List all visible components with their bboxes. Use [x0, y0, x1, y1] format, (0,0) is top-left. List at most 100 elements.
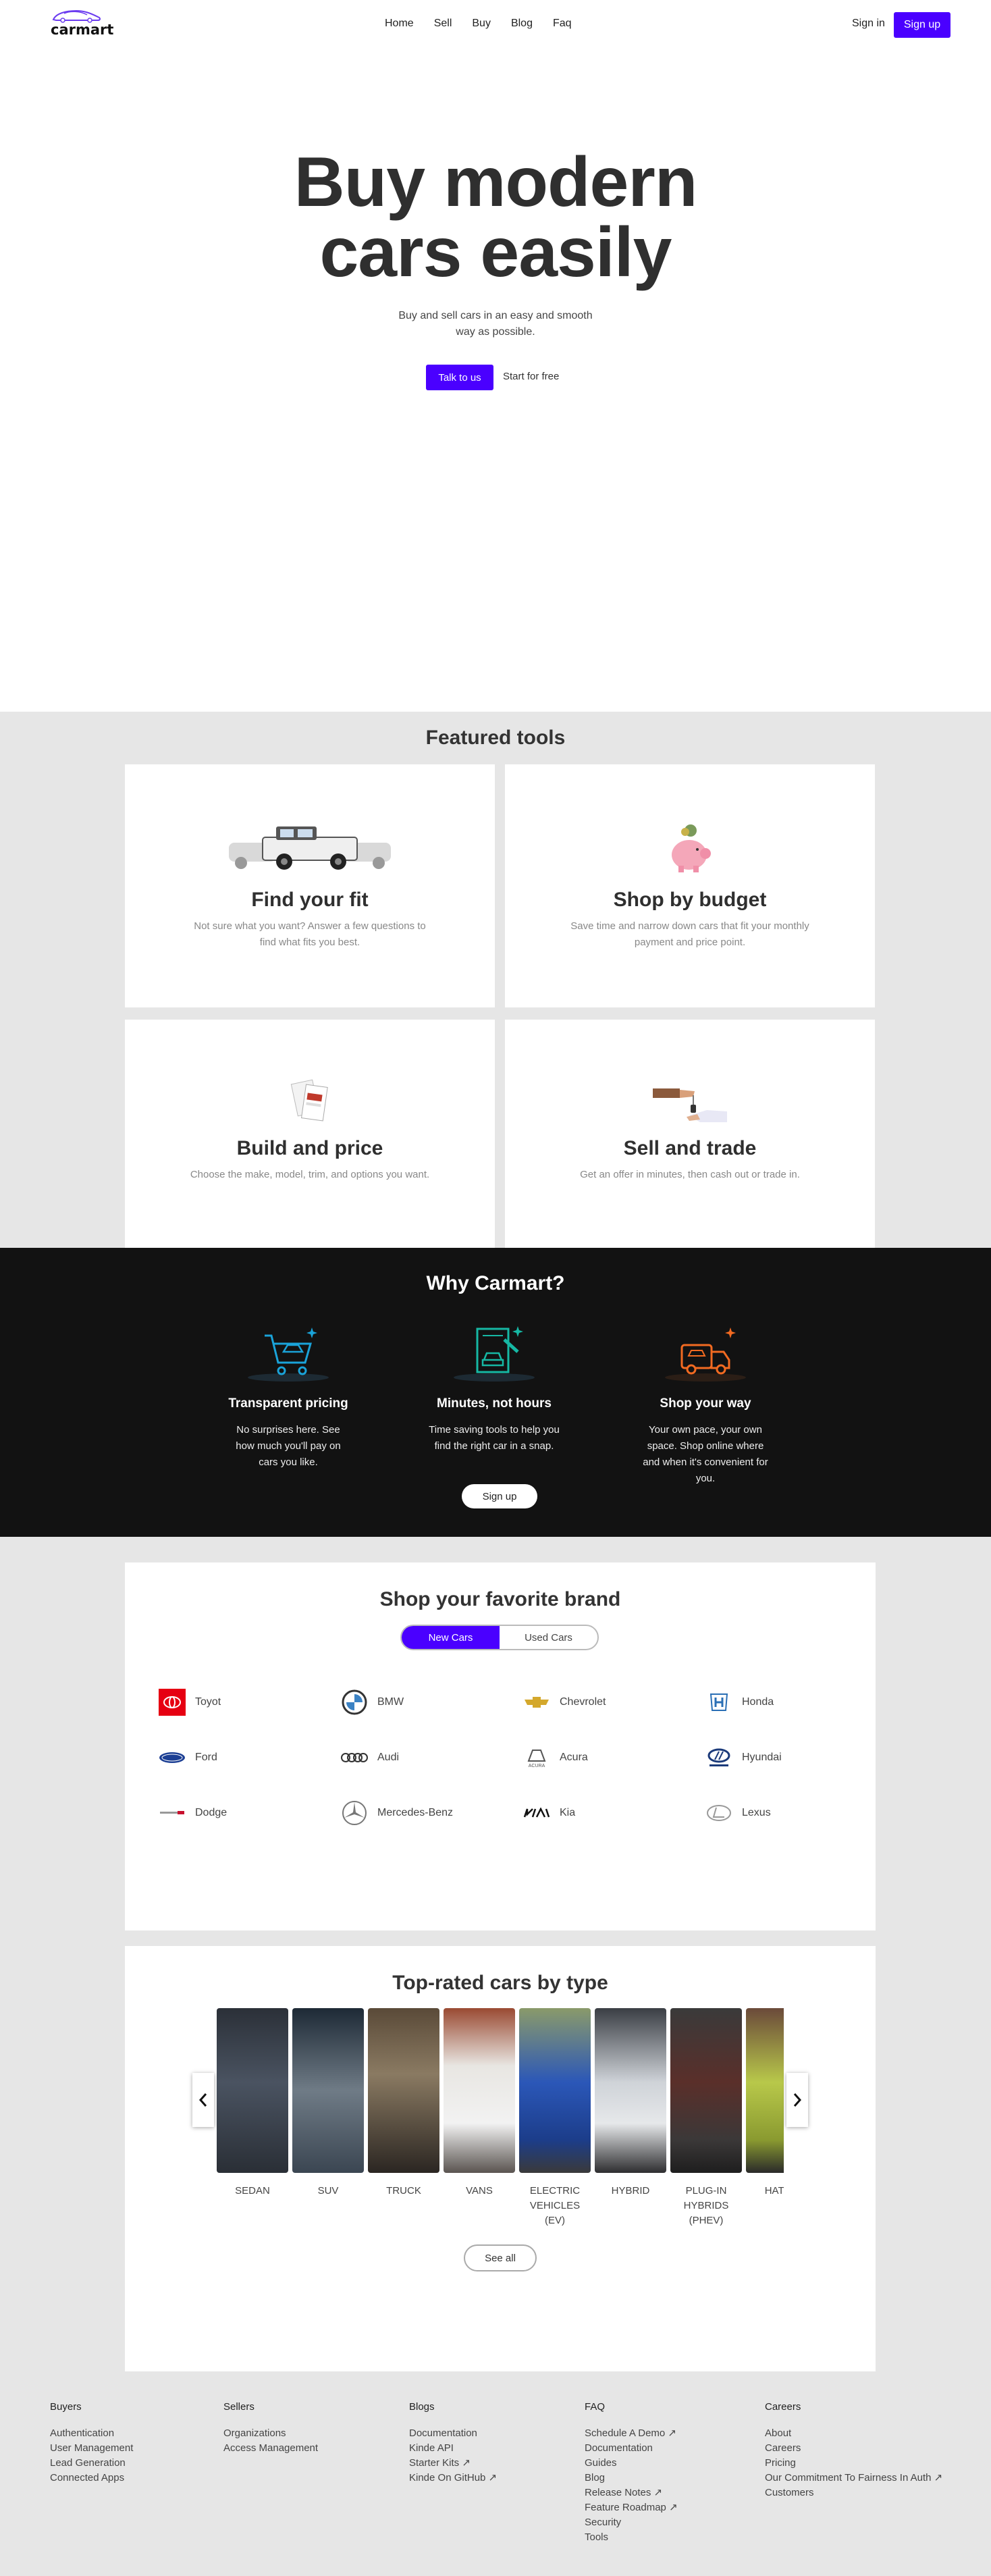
car-type-carousel: SEDAN SUV TRUCK VANS ELECTRIC VEHICLES (…: [217, 2008, 784, 2238]
footer-link[interactable]: Organizations: [223, 2426, 318, 2441]
why-signup-button[interactable]: Sign up: [462, 1484, 537, 1508]
nav-links: Home Sell Buy Blog Faq: [385, 18, 592, 30]
footer-link[interactable]: Documentation: [409, 2426, 497, 2441]
footer-link[interactable]: Lead Generation: [50, 2456, 133, 2471]
footer-link[interactable]: Customers: [765, 2486, 942, 2500]
nav-sell[interactable]: Sell: [434, 18, 452, 30]
footer-heading: FAQ: [585, 2401, 606, 2413]
signin-link[interactable]: Sign in: [852, 18, 885, 30]
car-type-label: HYBRID: [611, 2185, 650, 2197]
footer-link[interactable]: Guides: [585, 2456, 678, 2471]
card-desc: Choose the make, model, trim, and option…: [190, 1169, 430, 1180]
carousel-prev-button[interactable]: [192, 2073, 214, 2127]
footer-link[interactable]: Blog: [585, 2471, 678, 2486]
brand-dodge[interactable]: Dodge: [159, 1785, 341, 1841]
chevron-left-icon: [198, 2093, 207, 2107]
footer-heading: Sellers: [223, 2401, 255, 2413]
hero-title: Buy modern cars easily: [0, 147, 991, 288]
tab-new-cars[interactable]: New Cars: [402, 1626, 500, 1649]
brand-lexus[interactable]: Lexus: [705, 1785, 888, 1841]
footer-link[interactable]: Our Commitment To Fairness In Auth ↗: [765, 2471, 942, 2486]
nav-blog[interactable]: Blog: [511, 18, 533, 30]
car-condition-toggle: New Cars Used Cars: [400, 1625, 599, 1650]
brand-toyota[interactable]: Toyot: [159, 1675, 341, 1730]
brand-mercedes[interactable]: Mercedes-Benz: [341, 1785, 523, 1841]
feature-card-build[interactable]: Build and price Choose the make, model, …: [125, 1020, 495, 1248]
car-type-vans[interactable]: VANS: [444, 2008, 515, 2199]
hatch-image: [746, 2008, 784, 2173]
kia-logo-icon: [523, 1799, 550, 1826]
why-item-title: Transparent pricing: [228, 1396, 348, 1411]
trucks-image: [125, 822, 495, 871]
truck-image: [368, 2008, 439, 2173]
card-title: Find your fit: [251, 889, 369, 911]
footer-link[interactable]: User Management: [50, 2441, 133, 2456]
footer-link[interactable]: About: [765, 2426, 942, 2441]
brand-acura[interactable]: ACURA Acura: [523, 1730, 705, 1785]
car-type-sedan[interactable]: SEDAN: [217, 2008, 288, 2199]
car-type-hybrid[interactable]: HYBRID: [595, 2008, 666, 2199]
car-type-label: TRUCK: [386, 2185, 421, 2197]
carousel-next-button[interactable]: [786, 2073, 808, 2127]
brand-bmw[interactable]: BMW: [341, 1675, 523, 1730]
footer-link[interactable]: Starter Kits ↗: [409, 2456, 497, 2471]
car-type-phev[interactable]: PLUG-IN HYBRIDS (PHEV): [670, 2008, 742, 2228]
car-type-truck[interactable]: TRUCK: [368, 2008, 439, 2199]
why-item-desc: No surprises here. See how much you'll p…: [236, 1424, 341, 1468]
delivery-truck-icon: [631, 1315, 780, 1383]
featured-tools: Featured tools Find your fit Not sure wh…: [0, 712, 991, 1248]
start-free-link[interactable]: Start for free: [503, 371, 559, 382]
brand-hyundai[interactable]: Hyundai: [705, 1730, 888, 1785]
footer-link[interactable]: Kinde API: [409, 2441, 497, 2456]
featured-title: Featured tools: [425, 727, 566, 749]
footer-link[interactable]: Access Management: [223, 2441, 318, 2456]
footer-link[interactable]: Documentation: [585, 2441, 678, 2456]
footer-link[interactable]: Kinde On GitHub ↗: [409, 2471, 497, 2486]
card-title: Build and price: [236, 1137, 383, 1159]
car-types-section: Top-rated cars by type SEDAN SUV TRUCK V…: [125, 1946, 876, 2371]
why-item-minutes: Minutes, not hours Time saving tools to …: [420, 1315, 568, 1454]
footer-col-blogs: Blogs Documentation Kinde API Starter Ki…: [409, 2401, 497, 2486]
nav-buy[interactable]: Buy: [472, 18, 491, 30]
svg-text:ACURA: ACURA: [529, 1764, 545, 1768]
brand-label: Toyot: [195, 1696, 221, 1708]
footer-link[interactable]: Authentication: [50, 2426, 133, 2441]
brand-label: Audi: [377, 1752, 400, 1763]
brand-label: Lexus: [742, 1807, 771, 1818]
tab-used-cars[interactable]: Used Cars: [500, 1626, 597, 1649]
footer-link[interactable]: Feature Roadmap ↗: [585, 2500, 678, 2515]
card-desc: Not sure what you want? Answer a few que…: [194, 920, 426, 948]
footer-link[interactable]: Release Notes ↗: [585, 2486, 678, 2500]
talk-to-us-button[interactable]: Talk to us: [426, 365, 493, 390]
acura-logo-icon: ACURA: [523, 1744, 550, 1771]
feature-card-fit[interactable]: Find your fit Not sure what you want? An…: [125, 764, 495, 1007]
brand-honda[interactable]: Honda: [705, 1675, 888, 1730]
brand-audi[interactable]: Audi: [341, 1730, 523, 1785]
car-type-hatch[interactable]: HATCH: [746, 2008, 784, 2199]
car-type-suv[interactable]: SUV: [292, 2008, 364, 2199]
logo[interactable]: carmart: [51, 8, 113, 38]
nav-home[interactable]: Home: [385, 18, 414, 30]
brand-label: Ford: [195, 1752, 217, 1763]
footer-link[interactable]: Careers: [765, 2441, 942, 2456]
why-carmart: Why Carmart? Transparent pricing No surp…: [0, 1248, 991, 1537]
chevron-right-icon: [793, 2093, 802, 2107]
feature-card-sell[interactable]: Sell and trade Get an offer in minutes, …: [505, 1020, 875, 1248]
footer-link[interactable]: Security: [585, 2515, 678, 2530]
lexus-logo-icon: [705, 1799, 732, 1826]
toyota-logo-icon: [159, 1689, 186, 1716]
car-type-ev[interactable]: ELECTRIC VEHICLES (EV): [519, 2008, 591, 2228]
signup-button[interactable]: Sign up: [894, 12, 950, 38]
footer-link[interactable]: Schedule A Demo ↗: [585, 2426, 678, 2441]
brand-kia[interactable]: Kia: [523, 1785, 705, 1841]
brand-chevrolet[interactable]: Chevrolet: [523, 1675, 705, 1730]
why-item-pricing: Transparent pricing No surprises here. S…: [214, 1315, 363, 1471]
why-title: Why Carmart?: [426, 1272, 565, 1294]
nav-faq[interactable]: Faq: [553, 18, 572, 30]
footer-link[interactable]: Tools: [585, 2530, 678, 2545]
footer-link[interactable]: Connected Apps: [50, 2471, 133, 2486]
see-all-button[interactable]: See all: [464, 2244, 537, 2271]
feature-card-budget[interactable]: Shop by budget Save time and narrow down…: [505, 764, 875, 1007]
brand-ford[interactable]: Ford: [159, 1730, 341, 1785]
footer-link[interactable]: Pricing: [765, 2456, 942, 2471]
